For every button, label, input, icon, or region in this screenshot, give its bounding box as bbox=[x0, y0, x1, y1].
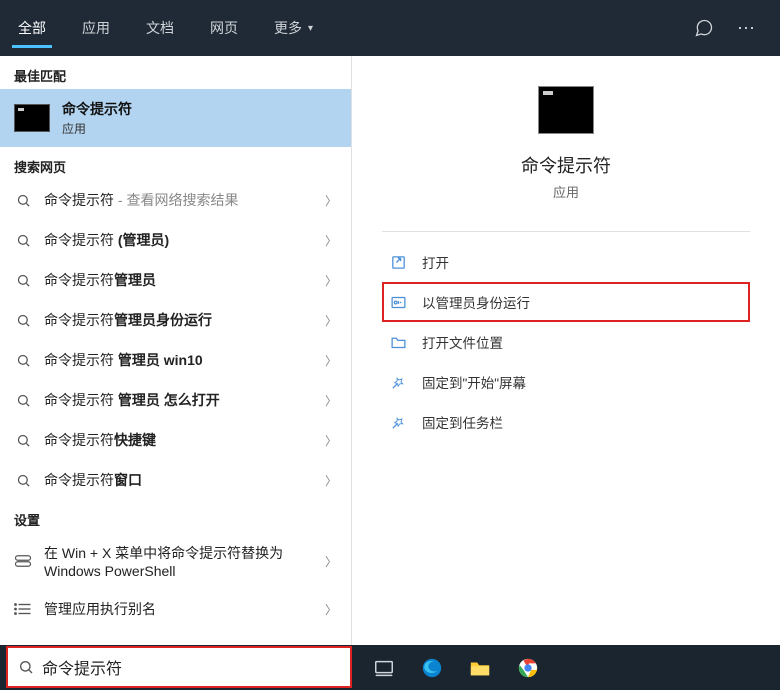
action-label: 固定到任务栏 bbox=[422, 412, 503, 432]
section-settings: 设置 bbox=[0, 500, 351, 533]
search-input[interactable] bbox=[42, 658, 340, 676]
web-result-item[interactable]: 命令提示符 - 查看网络搜索结果〉 bbox=[0, 180, 351, 220]
search-icon bbox=[14, 393, 32, 408]
web-result-item[interactable]: 命令提示符窗口〉 bbox=[0, 460, 351, 500]
action-pin[interactable]: 固定到"开始"屏幕 bbox=[382, 362, 750, 402]
best-match-subtitle: 应用 bbox=[62, 120, 132, 137]
action-label: 打开文件位置 bbox=[422, 332, 503, 352]
cmd-icon bbox=[538, 86, 594, 134]
pin-icon bbox=[390, 374, 408, 391]
result-label: 命令提示符 - 查看网络搜索结果 bbox=[44, 190, 313, 210]
tab-all[interactable]: 全部 bbox=[0, 0, 64, 56]
action-folder[interactable]: 打开文件位置 bbox=[382, 322, 750, 362]
search-icon bbox=[14, 273, 32, 288]
settings-result-item[interactable]: 管理应用执行别名〉 bbox=[0, 589, 351, 629]
result-label: 命令提示符管理员身份运行 bbox=[44, 310, 313, 330]
result-label: 命令提示符窗口 bbox=[44, 470, 313, 490]
web-result-item[interactable]: 命令提示符 管理员 win10 〉 bbox=[0, 340, 351, 380]
cmd-icon bbox=[14, 104, 50, 132]
result-label: 管理应用执行别名 bbox=[44, 599, 313, 619]
action-label: 固定到"开始"屏幕 bbox=[422, 372, 526, 392]
search-icon bbox=[14, 433, 32, 448]
chevron-right-icon: 〉 bbox=[325, 601, 337, 618]
best-match-title: 命令提示符 bbox=[62, 99, 132, 119]
tab-web[interactable]: 网页 bbox=[192, 0, 256, 56]
result-label: 命令提示符 管理员 win10 bbox=[44, 350, 313, 370]
action-pin[interactable]: 固定到任务栏 bbox=[382, 402, 750, 442]
result-label: 命令提示符 管理员 怎么打开 bbox=[44, 390, 313, 410]
web-result-item[interactable]: 命令提示符 管理员 怎么打开〉 bbox=[0, 380, 351, 420]
folder-icon bbox=[390, 334, 408, 351]
chevron-right-icon: 〉 bbox=[325, 352, 337, 369]
divider bbox=[382, 231, 750, 232]
chevron-right-icon: 〉 bbox=[325, 312, 337, 329]
search-icon bbox=[14, 233, 32, 248]
chevron-right-icon: 〉 bbox=[325, 192, 337, 209]
header-tabs: 全部 应用 文档 网页 更多▾ bbox=[0, 0, 688, 56]
chevron-right-icon: 〉 bbox=[325, 272, 337, 289]
open-icon bbox=[390, 254, 408, 271]
web-result-item[interactable]: 命令提示符管理员身份运行〉 bbox=[0, 300, 351, 340]
search-icon bbox=[18, 659, 34, 675]
preview-subtitle: 应用 bbox=[553, 182, 579, 201]
search-icon bbox=[14, 353, 32, 368]
settings-result-item[interactable]: 在 Win + X 菜单中将命令提示符替换为 Windows PowerShel… bbox=[0, 533, 351, 589]
action-admin[interactable]: 以管理员身份运行 bbox=[382, 282, 750, 322]
result-label: 命令提示符快捷键 bbox=[44, 430, 313, 450]
chevron-right-icon: 〉 bbox=[325, 472, 337, 489]
action-open[interactable]: 打开 bbox=[382, 242, 750, 282]
browser-icon[interactable] bbox=[515, 655, 541, 681]
search-icon bbox=[14, 313, 32, 328]
toggle-icon bbox=[14, 554, 32, 568]
search-header: 全部 应用 文档 网页 更多▾ ⋯ bbox=[0, 0, 780, 56]
web-result-item[interactable]: 命令提示符管理员〉 bbox=[0, 260, 351, 300]
file-explorer-icon[interactable] bbox=[467, 655, 493, 681]
chevron-right-icon: 〉 bbox=[325, 232, 337, 249]
result-label: 命令提示符 (管理员) bbox=[44, 230, 313, 250]
tab-apps[interactable]: 应用 bbox=[64, 0, 128, 56]
section-best-match: 最佳匹配 bbox=[0, 56, 351, 89]
web-result-item[interactable]: 命令提示符 (管理员) 〉 bbox=[0, 220, 351, 260]
action-label: 以管理员身份运行 bbox=[422, 292, 530, 312]
search-icon bbox=[14, 473, 32, 488]
result-label: 在 Win + X 菜单中将命令提示符替换为 Windows PowerShel… bbox=[44, 543, 313, 579]
admin-icon bbox=[390, 294, 408, 311]
feedback-icon[interactable] bbox=[688, 12, 720, 44]
tab-more[interactable]: 更多▾ bbox=[256, 0, 331, 56]
task-view-icon[interactable] bbox=[371, 655, 397, 681]
search-box[interactable] bbox=[6, 646, 352, 688]
result-label: 命令提示符管理员 bbox=[44, 270, 313, 290]
chevron-right-icon: 〉 bbox=[325, 392, 337, 409]
chevron-down-icon: ▾ bbox=[308, 23, 313, 34]
tab-documents[interactable]: 文档 bbox=[128, 0, 192, 56]
taskbar bbox=[353, 645, 780, 690]
best-match-item[interactable]: 命令提示符 应用 bbox=[0, 89, 351, 147]
chevron-right-icon: 〉 bbox=[325, 553, 337, 570]
list-icon bbox=[14, 602, 32, 616]
search-icon bbox=[14, 193, 32, 208]
action-label: 打开 bbox=[422, 252, 449, 272]
preview-panel: 命令提示符 应用 打开 以管理员身份运行 打开文件位置 固定到"开始"屏幕 固定… bbox=[352, 56, 780, 645]
edge-icon[interactable] bbox=[419, 655, 445, 681]
web-result-item[interactable]: 命令提示符快捷键〉 bbox=[0, 420, 351, 460]
pin-icon bbox=[390, 414, 408, 431]
options-icon[interactable]: ⋯ bbox=[730, 12, 762, 44]
preview-title: 命令提示符 bbox=[521, 152, 611, 178]
section-web: 搜索网页 bbox=[0, 147, 351, 180]
chevron-right-icon: 〉 bbox=[325, 432, 337, 449]
results-panel: 最佳匹配 命令提示符 应用 搜索网页 命令提示符 - 查看网络搜索结果〉 命令提… bbox=[0, 56, 352, 645]
